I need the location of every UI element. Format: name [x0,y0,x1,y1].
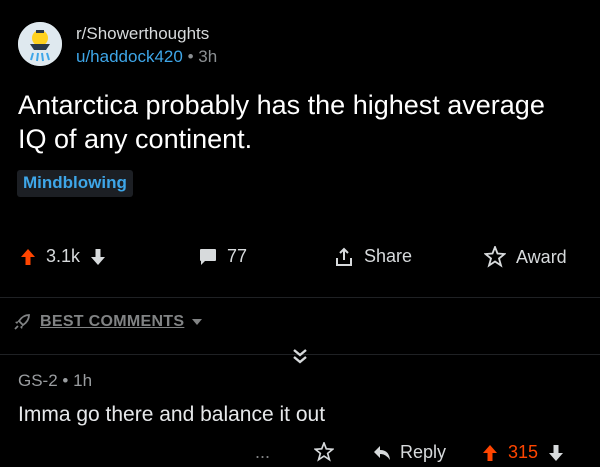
post-actions: 3.1k 77 Share Award [0,246,600,276]
share-button[interactable]: Share [334,246,412,267]
reply-arrow-icon [374,445,390,460]
upvote-arrow-icon[interactable] [482,444,498,462]
post-age: 3h [198,47,218,66]
comment-body: Imma go there and balance it out [18,403,326,426]
comment-age: 1h [73,371,93,390]
comment-bubble-icon [200,248,216,265]
sort-label: BEST COMMENTS [40,313,185,330]
subreddit-avatar[interactable] [18,22,62,66]
downvote-arrow-icon[interactable] [548,444,564,462]
comment-score: 315 [508,442,539,462]
share-label: Share [364,246,413,266]
divider [0,297,600,298]
downvote-arrow-icon[interactable] [90,248,106,266]
comment-sort-dropdown[interactable]: BEST COMMENTS [12,312,203,332]
rocket-icon [14,314,30,330]
share-icon [336,247,352,266]
award-icon [314,442,334,462]
post-flair[interactable]: Mindblowing [17,170,133,197]
comment-author[interactable]: GS-2 [18,371,58,390]
post-userline: u/haddock420 • 3h [76,46,217,68]
collapse-thread-button[interactable] [290,347,310,370]
post-meta: r/Showerthoughts u/haddock420 • 3h [76,24,217,68]
chevron-down-icon [192,319,203,325]
reply-label: Reply [400,442,447,462]
reply-button[interactable]: Reply [372,442,446,463]
vote-group: 3.1k [20,246,106,267]
comment-award-button[interactable] [314,442,334,462]
double-chevron-down-icon [293,349,307,364]
award-icon [484,246,506,268]
upvote-count: 3.1k [46,246,81,266]
comment-vote-group: 315 [482,442,564,463]
comment-meta: GS-2 • 1h [18,371,92,391]
award-button[interactable]: Award [484,246,567,268]
shower-head-icon [18,22,62,66]
award-label: Award [516,246,567,267]
meta-separator: • [187,47,194,66]
more-options-button[interactable]: ... [255,442,270,463]
comment-actions: ... Reply 315 [0,440,600,467]
subreddit-name[interactable]: r/Showerthoughts [76,24,217,44]
more-options-label: ... [255,442,271,462]
upvote-arrow-icon[interactable] [20,248,36,266]
post-title: Antarctica probably has the highest aver… [18,90,545,154]
post-author[interactable]: u/haddock420 [76,47,183,66]
comment-count: 77 [227,246,248,266]
post: r/Showerthoughts u/haddock420 • 3h Antar… [0,0,600,300]
comments-button[interactable]: 77 [198,246,247,267]
meta-separator: • [62,371,69,390]
